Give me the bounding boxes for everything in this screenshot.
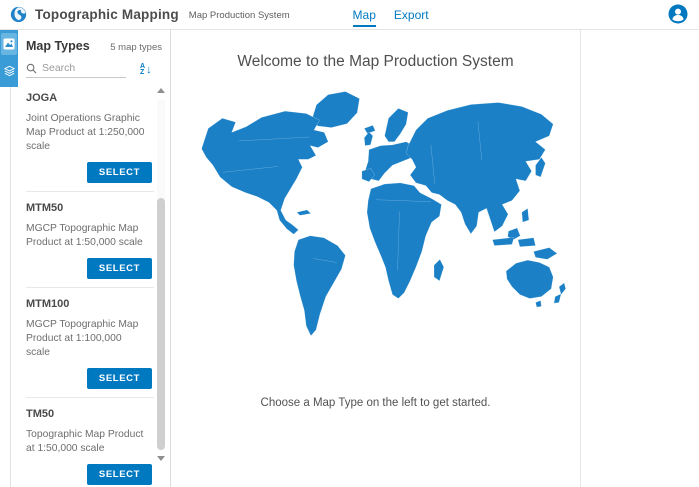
app-body: Map Types 5 map types A Z xyxy=(0,30,699,487)
main-content: Welcome to the Map Production System xyxy=(171,30,581,487)
select-button-mtm100[interactable]: SELECT xyxy=(87,368,152,389)
list-item-mtm100: MTM100 MGCP Topographic Map Product at 1… xyxy=(26,288,154,398)
list-item-joga: JOGA Joint Operations Graphic Map Produc… xyxy=(26,82,154,192)
tab-export[interactable]: Export xyxy=(394,0,429,30)
world-map xyxy=(180,82,572,341)
map-type-description: Joint Operations Graphic Map Product at … xyxy=(26,112,148,154)
sort-az-icon: A Z xyxy=(140,64,145,77)
app-window: Topographic Mapping Map Production Syste… xyxy=(0,0,699,487)
app-subtitle: Map Production System xyxy=(189,10,290,21)
sort-az-button[interactable]: A Z ↓ xyxy=(140,64,152,77)
map-types-panel: Map Types 5 map types A Z xyxy=(18,30,171,487)
map-type-name: JOGA xyxy=(26,89,154,104)
tab-map[interactable]: Map xyxy=(353,0,376,30)
header-tabs: Map Export xyxy=(353,0,429,30)
map-type-description: MGCP Topographic Map Product at 1:100,00… xyxy=(26,318,148,360)
layers-icon xyxy=(3,64,16,77)
select-button-joga[interactable]: SELECT xyxy=(87,162,152,183)
sort-arrow-down-icon: ↓ xyxy=(146,64,152,76)
search-icon xyxy=(26,63,37,74)
search-input[interactable] xyxy=(42,62,122,74)
map-type-name: MTM100 xyxy=(26,295,154,310)
list-item-tm50: TM50 Topographic Map Product at 1:50,000… xyxy=(26,398,154,487)
map-type-description: Topographic Map Product at 1:50,000 scal… xyxy=(26,428,148,456)
rail-divider xyxy=(10,87,11,487)
map-product-icon xyxy=(3,38,15,50)
scroll-up-arrow-icon[interactable] xyxy=(157,88,165,93)
world-map-container xyxy=(171,82,580,341)
map-type-list: JOGA Joint Operations Graphic Map Produc… xyxy=(26,82,154,487)
list-item-mtm50: MTM50 MGCP Topographic Map Product at 1:… xyxy=(26,192,154,288)
user-avatar-icon[interactable] xyxy=(668,4,688,24)
app-logo-globe-icon xyxy=(10,6,27,23)
header-bar: Topographic Mapping Map Production Syste… xyxy=(0,0,699,30)
map-type-name: TM50 xyxy=(26,405,154,420)
scrollbar-thumb[interactable] xyxy=(157,198,165,450)
select-button-tm50[interactable]: SELECT xyxy=(87,464,152,485)
select-button-mtm50[interactable]: SELECT xyxy=(87,258,152,279)
map-type-name: MTM50 xyxy=(26,199,154,214)
panel-title: Map Types xyxy=(26,39,90,53)
search-box xyxy=(26,62,126,78)
app-title: Topographic Mapping xyxy=(35,7,179,22)
instruction-text: Choose a Map Type on the left to get sta… xyxy=(171,397,580,409)
scroll-down-arrow-icon[interactable] xyxy=(157,456,165,461)
widget-action-bar xyxy=(0,30,18,87)
map-type-description: MGCP Topographic Map Product at 1:50,000… xyxy=(26,222,148,250)
panel-header: Map Types 5 map types A Z xyxy=(18,30,170,78)
welcome-title: Welcome to the Map Production System xyxy=(171,53,580,71)
layers-widget-button[interactable] xyxy=(1,59,17,81)
sidebar-scrollbar[interactable] xyxy=(156,88,166,461)
map-types-widget-button[interactable] xyxy=(1,33,17,55)
map-types-count: 5 map types xyxy=(110,42,162,53)
scrollbar-track[interactable] xyxy=(157,100,165,449)
right-empty-panel xyxy=(582,30,699,487)
